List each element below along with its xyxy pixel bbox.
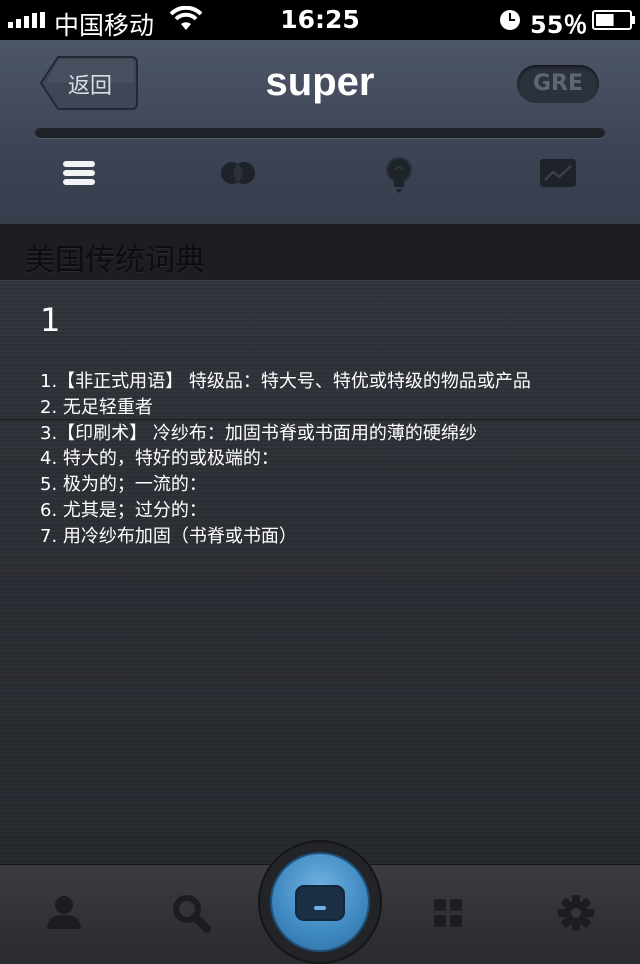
chart-icon xyxy=(540,159,576,187)
gre-badge[interactable]: GRE xyxy=(517,65,599,103)
profile-icon xyxy=(47,896,81,929)
definition-item: 3.【印刷术】 冷纱布：加固书脊或书面用的薄的硬绵纱 xyxy=(40,422,477,444)
tab-settings[interactable] xyxy=(556,893,596,933)
search-icon xyxy=(173,895,211,933)
grid-icon xyxy=(434,899,462,927)
definition-panel: 1 1.【非正式用语】 特级品：特大号、特优或特级的物品或产品 2. 无足轻重者… xyxy=(0,281,640,864)
battery-percent: 55％ xyxy=(530,11,588,39)
tab-grid[interactable] xyxy=(428,893,468,933)
tab-compare[interactable] xyxy=(208,155,268,199)
definition-item: 2. 无足轻重者 xyxy=(40,396,153,418)
status-bar: 中国移动 16:25 55％ xyxy=(0,0,640,40)
progress-bar xyxy=(35,128,605,138)
entry-number: 1 xyxy=(40,301,61,339)
venn-icon xyxy=(221,162,255,184)
section-header: 美国传统词典 xyxy=(0,226,640,281)
lightbulb-icon xyxy=(386,157,412,193)
tab-list[interactable] xyxy=(49,155,109,199)
tab-tips[interactable] xyxy=(369,155,429,199)
definition-item: 6. 尤其是；过分的： xyxy=(40,499,207,521)
definition-item: 5. 极为的；一流的： xyxy=(40,474,207,496)
definition-list: 1.【非正式用语】 特级品：特大号、特优或特级的物品或产品 2. 无足轻重者 3… xyxy=(40,369,531,550)
gear-icon xyxy=(558,895,594,931)
section-title: 美国传统词典 xyxy=(25,243,205,278)
definition-item: 4. 特大的，特好的或极端的： xyxy=(40,448,279,470)
nav-header: 返回 super GRE xyxy=(0,40,640,226)
definition-item: 1.【非正式用语】 特级品：特大号、特优或特级的物品或产品 xyxy=(40,371,531,392)
card-icon xyxy=(295,885,345,921)
list-icon xyxy=(63,161,95,185)
alarm-icon xyxy=(500,10,520,30)
tab-search[interactable] xyxy=(171,893,211,933)
definition-item: 7. 用冷纱布加固（书脊或书面） xyxy=(40,525,297,547)
tab-stats[interactable] xyxy=(528,155,588,199)
tab-profile[interactable] xyxy=(44,893,84,933)
battery-icon xyxy=(592,10,635,30)
center-card-button[interactable] xyxy=(258,840,382,964)
